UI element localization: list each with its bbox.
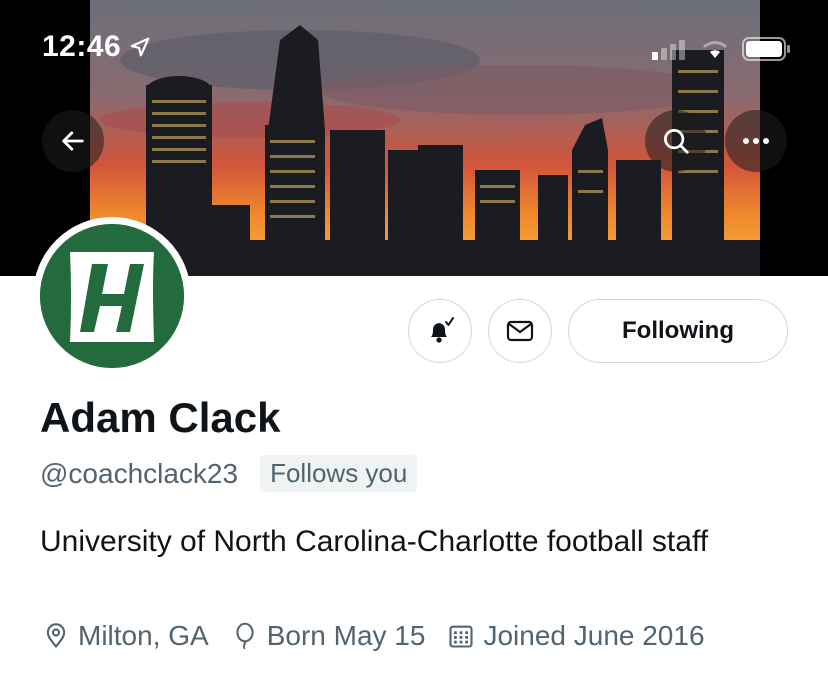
location-text: Milton, GA: [78, 620, 209, 651]
display-name: Adam Clack: [40, 394, 281, 441]
location-arrow-icon: [130, 37, 150, 57]
bell-check-icon: [431, 317, 454, 343]
signal-icon: [652, 40, 685, 60]
profile-meta: Milton, GA Born May 15 Joined June 2016: [42, 620, 705, 652]
search-icon: [664, 129, 689, 154]
joined-text: Joined June 2016: [483, 620, 705, 651]
battery-icon: [742, 37, 790, 61]
notifications-button[interactable]: [408, 299, 472, 363]
more-horizontal-icon: [743, 138, 769, 144]
status-bar-time: 12:46: [42, 30, 151, 64]
profile-bio: University of North Carolina-Charlotte f…: [40, 525, 709, 558]
location-pin-icon: [46, 623, 66, 649]
location-item: Milton, GA: [42, 620, 209, 652]
clock-text: 12:46: [42, 30, 122, 63]
balloon-icon: [236, 622, 254, 650]
birthday-item: Born May 15: [231, 620, 426, 652]
follows-you-badge: Follows you: [260, 455, 418, 492]
following-button[interactable]: Following: [568, 299, 788, 363]
more-options-button[interactable]: [725, 110, 787, 172]
back-button[interactable]: [42, 110, 104, 172]
envelope-icon: [506, 320, 534, 342]
logo-image: [40, 224, 184, 368]
birthday-text: Born May 15: [266, 620, 426, 651]
handle: @coachclack23: [40, 457, 239, 489]
arrow-left-icon: [62, 131, 84, 151]
charlotte-logo: [40, 224, 184, 368]
status-bar-indicators: [652, 36, 792, 62]
joined-item: Joined June 2016: [447, 620, 705, 652]
profile-avatar[interactable]: [33, 217, 191, 375]
search-button[interactable]: [645, 110, 707, 172]
handle-row: @coachclack23 Follows you: [40, 455, 418, 492]
calendar-icon: [449, 625, 474, 648]
wifi-icon: [702, 41, 728, 58]
message-button[interactable]: [488, 299, 552, 363]
